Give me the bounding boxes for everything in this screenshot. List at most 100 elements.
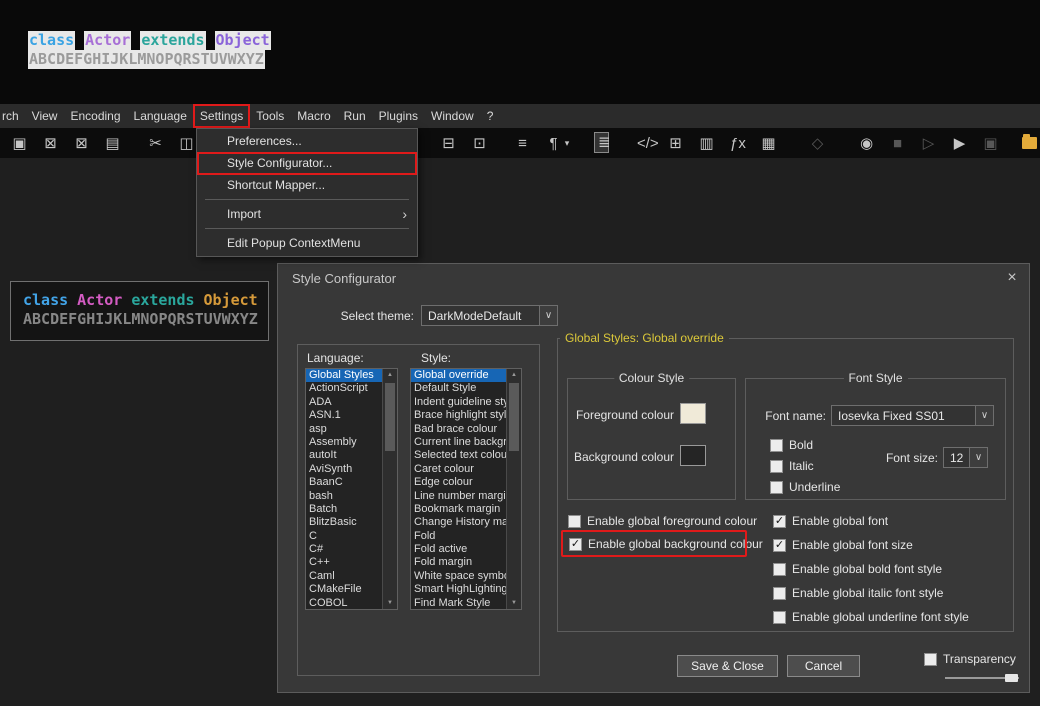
monitor-icon[interactable]: ⊞ [668, 136, 683, 151]
zoom-out-icon[interactable]: ⊟ [441, 136, 456, 151]
menu-item-encoding[interactable]: Encoding [64, 104, 127, 128]
indent-guide-icon[interactable]: ≣ [594, 132, 611, 153]
language-list-item[interactable]: COBOL [306, 597, 382, 609]
pilcrow-dropdown-arrow-icon[interactable]: ▾ [564, 138, 570, 148]
style-list-item[interactable]: Global override [411, 369, 506, 383]
language-list-item[interactable]: ActionScript [306, 382, 382, 395]
record-macro-icon[interactable]: ◉ [859, 136, 874, 151]
style-list-item[interactable]: Change History margin [411, 516, 506, 529]
playback-macro-icon[interactable]: ▷ [921, 136, 936, 151]
global-option-checkbox[interactable]: Enable global italic font style [773, 586, 969, 600]
style-list-item[interactable]: Default Style [411, 382, 506, 395]
save-icon[interactable]: ▣ [12, 136, 27, 151]
language-list-item[interactable]: C++ [306, 556, 382, 569]
menu-item-view[interactable]: View [25, 104, 64, 128]
language-list-item[interactable]: Assembly [306, 436, 382, 449]
global-option-checkbox[interactable]: Enable global underline font style [773, 610, 969, 624]
menu-item-tools[interactable]: Tools [250, 104, 291, 128]
font-size-select[interactable]: 12 ∨ [943, 447, 988, 468]
cancel-button[interactable]: Cancel [787, 655, 860, 677]
menu-item-edit-popup-contextmenu[interactable]: Edit Popup ContextMenu [197, 232, 417, 254]
style-list-item[interactable]: Current line background colour [411, 436, 506, 449]
style-list-item[interactable]: Line number margin [411, 490, 506, 503]
language-list-item[interactable]: Global Styles [306, 369, 382, 383]
language-list-item[interactable]: ADA [306, 396, 382, 409]
run-macro-multiple-icon[interactable]: ▶ [952, 136, 967, 151]
language-list-item[interactable]: C# [306, 543, 382, 556]
menu-item-macro[interactable]: Macro [291, 104, 337, 128]
menu-item-import[interactable]: Import › [197, 203, 417, 225]
transparency-checkbox[interactable]: Transparency [924, 652, 1016, 666]
font-name-select[interactable]: Iosevka Fixed SS01 ∨ [831, 405, 994, 426]
font-style-checkbox[interactable]: Bold [770, 438, 840, 452]
close-icon[interactable]: ⊠ [43, 136, 58, 151]
open-folder-icon[interactable] [1022, 134, 1037, 149]
code-view-icon[interactable]: </> [637, 136, 659, 151]
function-list-icon[interactable]: ƒx [730, 136, 746, 151]
menu-item-window[interactable]: Window [425, 104, 481, 128]
style-list-item[interactable]: Fold margin [411, 556, 506, 569]
language-list-item[interactable]: BaanC [306, 476, 382, 489]
style-list-item[interactable]: Fold active [411, 543, 506, 556]
style-list-item[interactable]: Bad brace colour [411, 423, 506, 436]
theme-select[interactable]: DarkModeDefault ∨ [421, 305, 558, 326]
scroll-down-icon[interactable]: ▼ [507, 600, 521, 606]
save-close-button[interactable]: Save & Close [677, 655, 778, 677]
language-list-item[interactable]: BlitzBasic [306, 516, 382, 529]
stop-record-icon[interactable]: ■ [890, 136, 905, 151]
menu-item-shortcut-mapper[interactable]: Shortcut Mapper... [197, 174, 417, 196]
scroll-up-icon[interactable]: ▲ [507, 372, 521, 378]
global-option-checkbox[interactable]: Enable global font size [773, 538, 969, 552]
chevron-down-icon[interactable]: ∨ [975, 406, 993, 425]
font-style-checkbox[interactable]: Underline [770, 480, 840, 494]
style-list-item[interactable]: Brace highlight style [411, 409, 506, 422]
scrollbar[interactable]: ▲ ▼ [506, 369, 521, 609]
language-list-item[interactable]: Caml [306, 570, 382, 583]
cut-icon[interactable]: ✂ [148, 136, 163, 151]
style-list-item[interactable]: Edge colour [411, 476, 506, 489]
enable-global-background-checkbox[interactable]: Enable global background colour [569, 537, 763, 551]
print-icon[interactable]: ▤ [105, 136, 120, 151]
style-list-item[interactable]: Caret colour [411, 463, 506, 476]
global-option-checkbox[interactable]: Enable global font [773, 514, 969, 528]
menu-item-run[interactable]: Run [337, 104, 372, 128]
word-wrap-icon[interactable]: ≡ [515, 136, 530, 151]
font-style-checkbox[interactable]: Italic [770, 459, 840, 473]
foreground-colour-swatch[interactable] [680, 403, 706, 424]
style-list-item[interactable]: Selected text colour [411, 449, 506, 462]
style-list-item[interactable]: Find Mark Style [411, 597, 506, 609]
close-icon[interactable]: × [1000, 268, 1024, 288]
document-map-icon[interactable]: ▥ [699, 136, 714, 151]
style-list-item[interactable]: White space symbol [411, 570, 506, 583]
zoom-restore-icon[interactable]: ⊡ [472, 136, 487, 151]
scroll-thumb[interactable] [509, 383, 519, 451]
chevron-down-icon[interactable]: ∨ [539, 306, 557, 325]
language-list-item[interactable]: AviSynth [306, 463, 382, 476]
style-list-item[interactable]: Smart HighLighting [411, 583, 506, 596]
menu-item-language[interactable]: Language [127, 104, 193, 128]
show-all-characters-icon[interactable]: ¶ [546, 136, 561, 151]
language-list-item[interactable]: ASN.1 [306, 409, 382, 422]
distraction-free-icon[interactable]: ◇ [810, 136, 825, 151]
language-list-item[interactable]: CMakeFile [306, 583, 382, 596]
menu-item-preferences[interactable]: Preferences... [197, 130, 417, 152]
language-list-item[interactable]: Batch [306, 503, 382, 516]
language-list-item[interactable]: asp [306, 423, 382, 436]
close-all-icon[interactable]: ⊠ [74, 136, 89, 151]
scroll-thumb[interactable] [385, 383, 395, 451]
transparency-slider[interactable] [945, 671, 1019, 685]
style-list-item[interactable]: Bookmark margin [411, 503, 506, 516]
global-option-checkbox[interactable]: Enable global bold font style [773, 562, 969, 576]
slider-thumb[interactable] [1005, 674, 1018, 682]
language-list-item[interactable]: autoIt [306, 449, 382, 462]
background-colour-swatch[interactable] [680, 445, 706, 466]
save-macro-icon[interactable]: ▣ [983, 136, 998, 151]
language-list-item[interactable]: C [306, 530, 382, 543]
scrollbar[interactable]: ▲ ▼ [382, 369, 397, 609]
menu-item-plugins[interactable]: Plugins [372, 104, 424, 128]
scroll-up-icon[interactable]: ▲ [383, 372, 397, 378]
copy-icon[interactable]: ◫ [179, 136, 194, 151]
enable-global-foreground-checkbox[interactable]: Enable global foreground colour [568, 514, 757, 528]
style-list-item[interactable]: Fold [411, 530, 506, 543]
scroll-down-icon[interactable]: ▼ [383, 600, 397, 606]
